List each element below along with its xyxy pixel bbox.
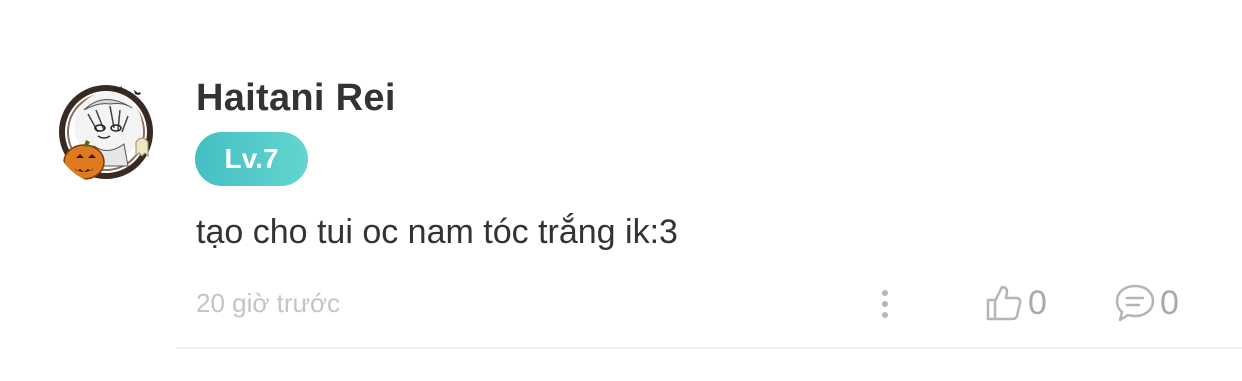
comment-item: Haitani Rei Lv.7 tạo cho tui oc nam tóc … — [0, 0, 1242, 381]
level-badge: Lv.7 — [195, 132, 308, 186]
comment-bubble-icon — [1115, 284, 1155, 322]
comment-text: tạo cho tui oc nam tóc trắng ik:3 — [196, 213, 678, 251]
like-count: 0 — [1028, 284, 1047, 322]
timestamp: 20 giờ trước — [196, 288, 340, 318]
user-avatar[interactable] — [54, 80, 158, 184]
divider — [176, 347, 1242, 349]
username[interactable]: Haitani Rei — [196, 76, 396, 120]
avatar-image — [54, 80, 158, 184]
more-vertical-icon — [882, 290, 888, 318]
thumbs-up-icon — [986, 285, 1022, 321]
reply-count: 0 — [1160, 284, 1179, 322]
more-options-button[interactable] — [872, 286, 898, 322]
like-button[interactable]: 0 — [984, 280, 1047, 326]
reply-button[interactable]: 0 — [1114, 280, 1179, 326]
